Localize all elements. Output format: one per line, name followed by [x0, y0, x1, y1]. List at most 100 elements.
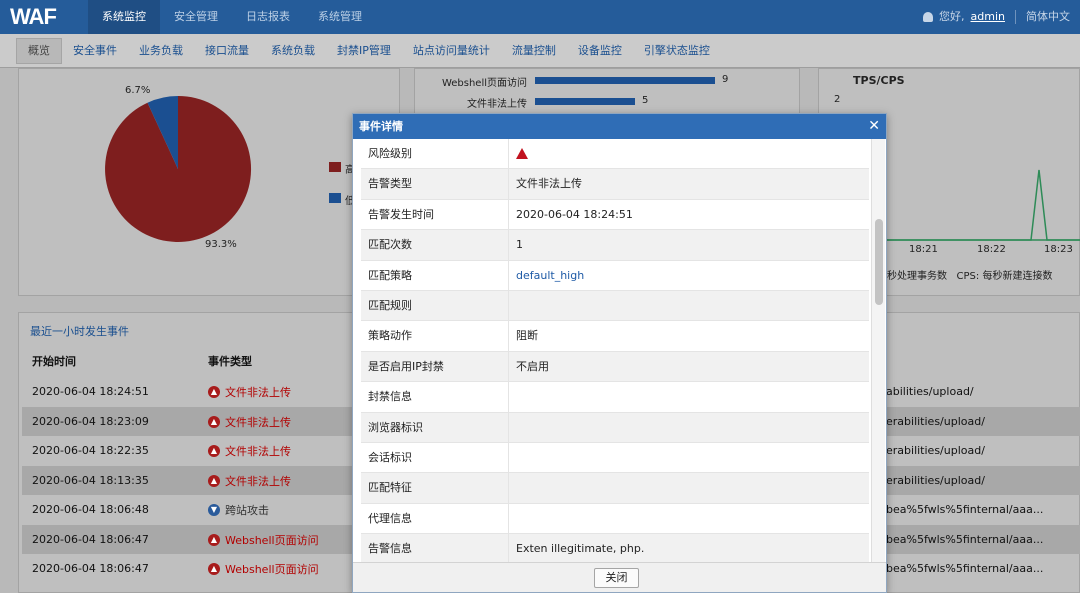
event-url: erabilities/upload/ — [886, 414, 985, 428]
bar-upload — [535, 98, 635, 105]
detail-value — [509, 291, 869, 320]
detail-key: 匹配策略 — [361, 260, 509, 290]
subnav-site-visits[interactable]: 站点访问量统计 — [402, 39, 501, 63]
detail-row: 匹配特征 — [361, 473, 869, 504]
detail-value — [509, 382, 869, 411]
main-nav: 系统监控 安全管理 日志报表 系统管理 — [88, 0, 376, 34]
nav-security-management[interactable]: 安全管理 — [160, 0, 232, 34]
arrow-up-icon: ▲ — [208, 445, 220, 457]
nav-system-monitor[interactable]: 系统监控 — [88, 0, 160, 34]
arrow-up-icon: ▲ — [208, 474, 220, 487]
subnav-device-monitor[interactable]: 设备监控 — [567, 39, 633, 63]
event-time: 2020-06-04 18:23:09 — [32, 414, 149, 428]
detail-value: 2020-06-04 18:24:51 — [516, 207, 633, 221]
arrow-up-icon: ▲ — [208, 533, 220, 546]
subnav-engine-status[interactable]: 引擎状态监控 — [633, 39, 721, 63]
language-select[interactable]: 简体中文 — [1026, 0, 1070, 34]
sub-nav: 概览 安全事件 业务负载 接口流量 系统负载 封禁IP管理 站点访问量统计 流量… — [0, 34, 1080, 68]
detail-key: 风险级别 — [361, 139, 509, 169]
detail-row: 告警发生时间 2020-06-04 18:24:51 — [361, 199, 869, 231]
tps-time-3: 18:23 — [1044, 244, 1073, 255]
event-type-label: 文件非法上传 — [225, 415, 291, 429]
tps-legend: 秒处理事务数 CPS: 每秒新建连接数 — [887, 271, 1053, 282]
event-type[interactable]: ▲ Webshell页面访问 — [208, 561, 319, 577]
close-button[interactable]: 关闭 — [594, 568, 639, 588]
event-type[interactable]: ▲ 文件非法上传 — [208, 443, 291, 459]
subnav-business-load[interactable]: 业务负载 — [128, 39, 194, 63]
detail-value — [509, 473, 869, 502]
detail-key: 代理信息 — [361, 503, 509, 534]
detail-row: 告警类型 文件非法上传 — [361, 169, 869, 200]
event-type[interactable]: ▲ Webshell页面访问 — [208, 532, 319, 548]
arrow-down-icon: ▼ — [208, 504, 220, 516]
event-type-label: Webshell页面访问 — [225, 563, 319, 576]
detail-row: 匹配策略 default_high — [361, 260, 869, 291]
subnav-system-load[interactable]: 系统负载 — [260, 39, 326, 63]
event-url: bea%5fwls%5finternal/aaa... — [886, 532, 1044, 546]
event-url: erabilities/upload/ — [886, 444, 985, 457]
subnav-flow-control[interactable]: 流量控制 — [501, 39, 567, 63]
tps-series-line — [887, 169, 1080, 241]
bar-label-upload: 文件非法上传 — [467, 99, 527, 110]
tps-y-tick: 2 — [834, 94, 841, 105]
user-icon — [923, 12, 934, 22]
detail-key: 匹配规则 — [361, 290, 509, 321]
modal-detail-table: 风险级别 告警类型 文件非法上传 告警发生时间 2020-06-04 18:24:51 匹… — [361, 139, 869, 564]
tps-title: TPS/CPS — [853, 74, 905, 87]
col-header-event-type: 事件类型 — [208, 355, 252, 368]
detail-key: 告警发生时间 — [361, 199, 509, 230]
pie-label-small: 6.7% — [125, 85, 151, 96]
logo: WAF — [10, 4, 57, 29]
detail-key: 匹配次数 — [361, 230, 509, 260]
event-url: erabilities/upload/ — [886, 473, 985, 487]
event-type[interactable]: ▲ 文件非法上传 — [208, 414, 291, 430]
scrollbar-thumb[interactable] — [875, 219, 883, 305]
event-type-label: 跨站攻击 — [225, 504, 269, 517]
subnav-security-events[interactable]: 安全事件 — [62, 39, 128, 63]
modal-title: 事件详情 — [359, 120, 403, 133]
nav-system-management[interactable]: 系统管理 — [304, 0, 376, 34]
detail-key: 浏览器标识 — [361, 412, 509, 442]
detail-key: 会话标识 — [361, 442, 509, 473]
event-time: 2020-06-04 18:13:35 — [32, 473, 149, 487]
event-type[interactable]: ▼ 跨站攻击 — [208, 502, 269, 518]
detail-value: 阻断 — [516, 329, 538, 343]
subnav-overview[interactable]: 概览 — [16, 37, 62, 64]
detail-value: 文件非法上传 — [516, 177, 582, 191]
arrow-up-icon: ▲ — [208, 415, 220, 428]
event-url: abilities/upload/ — [886, 385, 974, 398]
detail-value — [509, 504, 869, 533]
detail-key: 封禁信息 — [361, 382, 509, 412]
detail-row: 匹配规则 — [361, 290, 869, 322]
recent-events-title: 最近一小时发生事件 — [30, 325, 129, 338]
greeting: 您好, — [939, 10, 965, 23]
event-url: bea%5fwls%5finternal/aaa... — [886, 562, 1044, 575]
event-type-label: 文件非法上传 — [225, 386, 291, 399]
subnav-blocked-ip[interactable]: 封禁IP管理 — [326, 39, 402, 63]
bar-webshell — [535, 77, 715, 84]
legend-swatch-low — [329, 193, 341, 203]
tps-time-2: 18:22 — [977, 244, 1006, 255]
tps-time-1: 18:21 — [909, 244, 938, 255]
user-link[interactable]: admin — [971, 0, 1005, 34]
event-type[interactable]: ▲ 文件非法上传 — [208, 384, 291, 400]
event-time: 2020-06-04 18:06:48 — [32, 503, 149, 516]
nav-log-reports[interactable]: 日志报表 — [232, 0, 304, 34]
event-time: 2020-06-04 18:24:51 — [32, 385, 149, 398]
top-bar: WAF 系统监控 安全管理 日志报表 系统管理 您好, admin 简体中文 — [0, 0, 1080, 34]
event-time: 2020-06-04 18:06:47 — [32, 532, 149, 546]
close-icon[interactable]: ✕ — [868, 114, 880, 138]
bar-value-webshell: 9 — [722, 74, 729, 85]
event-url: bea%5fwls%5finternal/aaa... — [886, 503, 1044, 516]
event-type-label: 文件非法上传 — [225, 445, 291, 458]
modal-scrollbar[interactable] — [871, 139, 885, 564]
detail-key: 是否启用IP封禁 — [361, 351, 509, 382]
detail-value-policy-link[interactable]: default_high — [509, 261, 869, 290]
pie-slice-high — [105, 95, 252, 242]
detail-row: 封禁信息 — [361, 382, 869, 413]
legend-swatch-high — [329, 162, 341, 172]
arrow-up-icon: ▲ — [208, 386, 220, 398]
subnav-interface-traffic[interactable]: 接口流量 — [194, 39, 260, 63]
bar-label-webshell: Webshell页面访问 — [441, 78, 527, 89]
event-type[interactable]: ▲ 文件非法上传 — [208, 473, 291, 489]
